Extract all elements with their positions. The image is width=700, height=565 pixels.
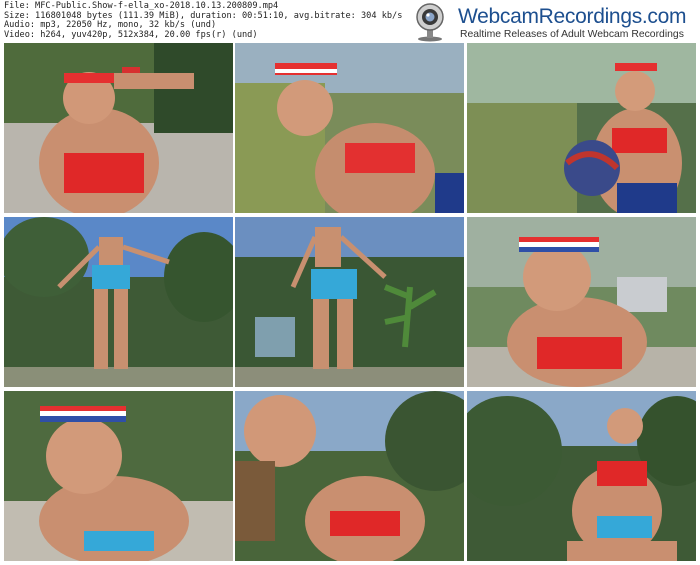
file-info-line: Video: h264, yuv420p, 512x384, 20.00 fps…	[4, 29, 258, 40]
video-thumbnail[interactable]	[235, 43, 464, 213]
header: File: MFC-Public.Show-f-ella_xo-2018.10.…	[0, 0, 700, 42]
video-thumbnail[interactable]	[467, 217, 696, 387]
brand-tagline: Realtime Releases of Adult Webcam Record…	[460, 29, 684, 40]
video-thumbnail[interactable]	[4, 43, 233, 213]
video-thumbnail[interactable]	[4, 391, 233, 561]
brand-logo: WebcamRecordings.com Realtime Releases o…	[404, 2, 696, 42]
thumbnail-grid	[4, 43, 696, 561]
video-thumbnail[interactable]	[235, 217, 464, 387]
file-info: File: MFC-Public.Show-f-ella_xo-2018.10.…	[4, 1, 402, 40]
video-thumbnail[interactable]	[4, 217, 233, 387]
video-thumbnail[interactable]	[235, 391, 464, 561]
video-thumbnail[interactable]	[467, 391, 696, 561]
webcam-icon	[404, 2, 456, 42]
video-thumbnail[interactable]	[467, 43, 696, 213]
brand-name: WebcamRecordings.com	[458, 5, 687, 28]
